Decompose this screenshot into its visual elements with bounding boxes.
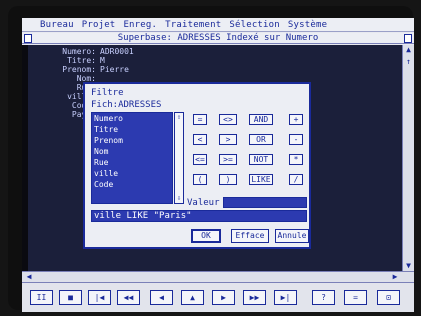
dialog-title: Filtre [91, 88, 124, 98]
value-numero[interactable]: ADR0001 [100, 47, 134, 56]
last-record-button[interactable]: ▶| [274, 290, 297, 305]
record-navigation-bar: II ■ |◀ ◀◀ ◀ ▲ ▶ ▶▶ ▶| ? = ⊡ [22, 282, 414, 312]
menu-projet[interactable]: Projet [82, 20, 116, 30]
op-not-equal-button[interactable]: <> [219, 114, 237, 125]
field-list-item[interactable]: Code [92, 179, 172, 190]
valeur-label: Valeur [187, 198, 220, 208]
menu-bar: Bureau Projet Enreg. Traitement Sélectio… [22, 18, 414, 32]
op-open-paren-button[interactable]: ( [193, 174, 207, 185]
op-multiply-button[interactable]: * [289, 154, 303, 165]
op-equals-button[interactable]: = [193, 114, 207, 125]
op-close-paren-button[interactable]: ) [219, 174, 237, 185]
list-scroll-up-icon[interactable]: ⇧ [175, 113, 183, 122]
filter-dialog: Filtre Fich:ADRESSES Numero Titre Prenom… [83, 82, 311, 249]
zoom-button[interactable]: ⊡ [377, 290, 400, 305]
value-titre[interactable]: M [100, 56, 134, 65]
menu-selection[interactable]: Sélection [229, 20, 280, 30]
op-not-button[interactable]: NOT [249, 154, 273, 165]
scroll-down-icon[interactable]: ▼ [403, 261, 414, 271]
menu-traitement[interactable]: Traitement [165, 20, 221, 30]
op-like-button[interactable]: LIKE [249, 174, 273, 185]
vertical-scrollbar[interactable]: ▲ ↑ ▼ [402, 45, 414, 271]
first-record-button[interactable]: |◀ [88, 290, 111, 305]
op-less-button[interactable]: < [193, 134, 207, 145]
dialog-file-label: Fich:ADRESSES [91, 100, 162, 110]
op-greater-equal-button[interactable]: >= [219, 154, 237, 165]
field-list-item[interactable]: Titre [92, 124, 172, 135]
op-greater-button[interactable]: > [219, 134, 237, 145]
field-list-item[interactable]: Rue [92, 157, 172, 168]
menu-enreg[interactable]: Enreg. [123, 20, 157, 30]
label-prenom: Prenom: [62, 65, 96, 74]
scroll-right-icon[interactable]: ▶ [390, 272, 400, 282]
window-title-bar[interactable]: Superbase: ADRESSES Indexé sur Numero [22, 33, 414, 44]
ok-button[interactable]: OK [191, 229, 221, 243]
value-prenom[interactable]: Pierre [100, 65, 134, 74]
current-record-button[interactable]: ▲ [181, 290, 204, 305]
full-box-icon[interactable] [404, 34, 412, 43]
efface-button[interactable]: Efface [231, 229, 269, 243]
op-less-equal-button[interactable]: <= [193, 154, 207, 165]
field-list[interactable]: Numero Titre Prenom Nom Rue ville Code [91, 112, 173, 204]
menu-systeme[interactable]: Système [288, 20, 327, 30]
scroll-left-icon[interactable]: ◀ [24, 272, 34, 282]
field-list-item[interactable]: ville [92, 168, 172, 179]
field-list-scrollbar[interactable]: ⇧ ⇩ [174, 112, 184, 204]
op-divide-button[interactable]: / [289, 174, 303, 185]
field-list-item[interactable]: Numero [92, 113, 172, 124]
list-scroll-down-icon[interactable]: ⇩ [175, 194, 183, 203]
field-list-item[interactable]: Nom [92, 146, 172, 157]
op-or-button[interactable]: OR [249, 134, 273, 145]
annule-button[interactable]: Annule [275, 229, 309, 243]
stop-button[interactable]: ■ [59, 290, 82, 305]
previous-record-button[interactable]: ◀ [150, 290, 173, 305]
form-view-button[interactable]: = [344, 290, 367, 305]
label-numero: Numero: [62, 47, 96, 56]
next-record-button[interactable]: ▶ [212, 290, 235, 305]
field-values: ADR0001 M Pierre [100, 47, 134, 74]
label-titre: Titre: [67, 56, 96, 65]
pause-button[interactable]: II [30, 290, 53, 305]
scroll-top-icon[interactable]: ↑ [403, 57, 414, 67]
window-title: Superbase: ADRESSES Indexé sur Numero [117, 33, 319, 43]
op-and-button[interactable]: AND [249, 114, 273, 125]
scroll-up-icon[interactable]: ▲ [403, 45, 414, 55]
op-minus-button[interactable]: - [289, 134, 303, 145]
field-list-item[interactable]: Prenom [92, 135, 172, 146]
fast-forward-button[interactable]: ▶▶ [243, 290, 266, 305]
menu-bureau[interactable]: Bureau [40, 20, 74, 30]
valeur-input[interactable] [223, 197, 307, 208]
help-button[interactable]: ? [312, 290, 335, 305]
op-plus-button[interactable]: + [289, 114, 303, 125]
filter-expression-field[interactable]: ville LIKE "Paris" [91, 210, 307, 222]
fast-reverse-button[interactable]: ◀◀ [117, 290, 140, 305]
horizontal-scrollbar[interactable]: ◀ ▶ [22, 271, 414, 282]
